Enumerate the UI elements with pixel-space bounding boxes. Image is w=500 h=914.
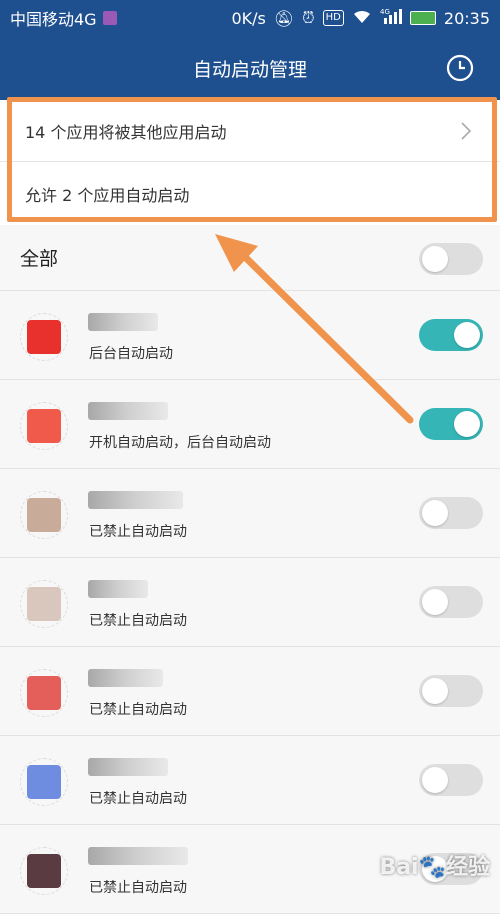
network-speed: 0K/s xyxy=(231,9,265,28)
mute-icon: 🔕︎ xyxy=(274,9,294,28)
status-bar: 中国移动4G 0K/s 🔕︎ ⏰︎ HD 4G 20:35 xyxy=(0,0,500,36)
app-list: 后台自动启动开机自动启动，后台自动启动已禁止自动启动已禁止自动启动已禁止自动启动… xyxy=(0,291,500,914)
app-name-redacted xyxy=(88,758,168,776)
allowed-autostart-row: 允许 2 个应用自动启动 xyxy=(0,163,500,225)
app-list-item: 已禁止自动启动 xyxy=(0,647,500,736)
app-autostart-toggle[interactable] xyxy=(419,764,483,796)
signal-icon: 4G xyxy=(380,8,402,28)
app-icon xyxy=(20,669,68,717)
all-apps-toggle[interactable] xyxy=(419,243,483,275)
allowed-autostart-label: 允许 2 个应用自动启动 xyxy=(25,182,189,206)
app-icon xyxy=(20,580,68,628)
carrier-label: 中国移动4G xyxy=(10,6,97,30)
app-autostart-toggle[interactable] xyxy=(419,586,483,618)
page-title: 自动启动管理 xyxy=(193,55,307,82)
app-name-redacted xyxy=(88,847,188,865)
app-name-redacted xyxy=(88,402,168,420)
app-autostart-status: 已禁止自动启动 xyxy=(89,521,187,541)
app-autostart-toggle[interactable] xyxy=(419,319,483,351)
summary-card: 14 个应用将被其他应用启动 允许 2 个应用自动启动 xyxy=(0,100,500,225)
app-name-redacted xyxy=(88,491,183,509)
app-autostart-status: 开机自动启动，后台自动启动 xyxy=(89,432,271,452)
battery-icon xyxy=(410,11,436,25)
app-autostart-toggle[interactable] xyxy=(419,675,483,707)
app-autostart-status: 已禁止自动启动 xyxy=(89,788,187,808)
app-name-redacted xyxy=(88,580,148,598)
app-bar: 自动启动管理 xyxy=(0,36,500,100)
all-apps-row: 全部 xyxy=(0,225,500,291)
app-list-item: 已禁止自动启动 xyxy=(0,469,500,558)
app-icon xyxy=(20,313,68,361)
app-list-item: 开机自动启动，后台自动启动 xyxy=(0,380,500,469)
app-autostart-status: 后台自动启动 xyxy=(89,343,173,363)
app-icon xyxy=(20,847,68,895)
image-notification-icon xyxy=(103,11,117,25)
svg-text:4G: 4G xyxy=(380,8,390,16)
app-name-redacted xyxy=(88,669,163,687)
hd-icon: HD xyxy=(323,10,344,26)
wifi-icon xyxy=(352,8,372,28)
app-autostart-status: 已禁止自动启动 xyxy=(89,877,187,897)
app-list-item: 已禁止自动启动 xyxy=(0,558,500,647)
chevron-right-icon xyxy=(460,122,472,140)
clock-icon[interactable] xyxy=(446,54,474,82)
alarm-icon: ⏰︎ xyxy=(302,8,314,28)
app-name-redacted xyxy=(88,313,158,331)
app-list-item: 已禁止自动启动 xyxy=(0,736,500,825)
app-autostart-toggle[interactable] xyxy=(419,497,483,529)
app-list-item: 后台自动启动 xyxy=(0,291,500,380)
app-autostart-toggle[interactable] xyxy=(419,408,483,440)
all-apps-label: 全部 xyxy=(20,244,58,271)
app-icon xyxy=(20,758,68,806)
app-icon xyxy=(20,402,68,450)
app-icon xyxy=(20,491,68,539)
app-autostart-status: 已禁止自动启动 xyxy=(89,610,187,630)
watermark-logo: Bai🐾经验 xyxy=(379,849,490,881)
app-autostart-status: 已禁止自动启动 xyxy=(89,699,187,719)
launched-by-others-label: 14 个应用将被其他应用启动 xyxy=(25,119,226,143)
launched-by-others-row[interactable]: 14 个应用将被其他应用启动 xyxy=(0,100,500,162)
clock-time: 20:35 xyxy=(444,9,490,28)
